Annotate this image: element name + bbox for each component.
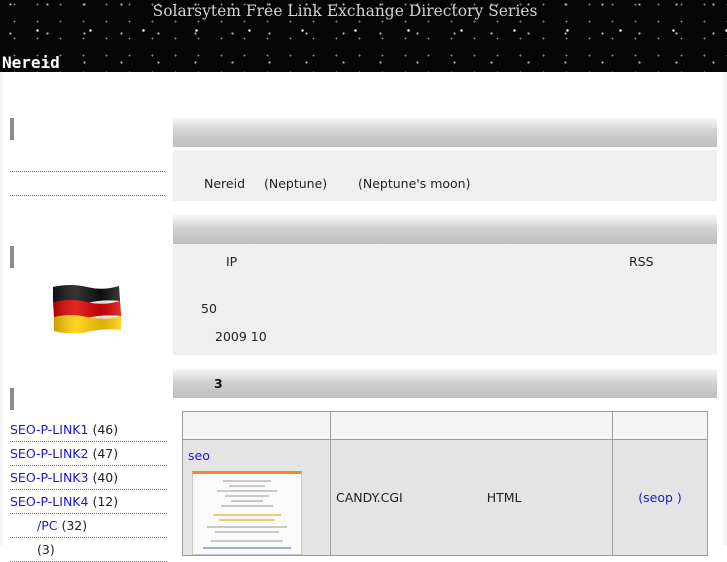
sidebar-item[interactable]: /PC (32): [10, 514, 167, 538]
sidebar-count: (47): [92, 446, 119, 461]
sidebar-count: (40): [92, 470, 119, 485]
table-header-cell: [182, 411, 331, 440]
site-link[interactable]: seo: [188, 448, 210, 463]
page-frame: SEO-P-LINK1 (46) SEO-P-LINK2 (47) SEO-P-…: [0, 72, 727, 562]
sidebar-count: (12): [92, 494, 119, 509]
planet-name: (Neptune): [264, 176, 328, 191]
thumbnail-preview: [203, 480, 291, 549]
info-panel: Nereid (Neptune) (Neptune's moon): [173, 150, 717, 201]
german-flag-icon: [53, 285, 121, 333]
page-title: Nereid: [2, 53, 60, 72]
sidebar-link[interactable]: SEO-P-LINK4: [10, 494, 88, 509]
ip-label: IP: [226, 254, 238, 269]
sidebar-link[interactable]: SEO-P-LINK2: [10, 446, 88, 461]
site-thumbnail[interactable]: [192, 471, 302, 555]
sidebar-heading-marker: [10, 118, 14, 140]
sidebar-link[interactable]: SEO-P-LINK3: [10, 470, 88, 485]
table-header-cell: [612, 411, 708, 440]
stats-panel: IP RSS 50 2009 10: [173, 244, 717, 355]
rss-label: RSS: [629, 254, 654, 269]
table-header-cell: [330, 411, 613, 440]
table-cell-info: CANDY.CGI HTML: [330, 439, 613, 556]
sidebar-count: (46): [92, 422, 119, 437]
sidebar-divider: [10, 171, 165, 172]
table-header-row: [182, 411, 708, 440]
sidebar-item[interactable]: SEO-P-LINK4 (12): [10, 490, 167, 514]
link-count: 50: [201, 301, 217, 316]
section-bar: [173, 118, 717, 147]
table-row: seo CANDY.CGI HTML (seop): [182, 439, 708, 556]
section-heading: 3: [214, 376, 223, 391]
table-cell-action: (seop ): [612, 439, 708, 556]
site-title: Solarsytem Free Link Exchange Directory …: [152, 2, 538, 20]
sidebar-link[interactable]: /PC: [37, 518, 57, 533]
sidebar-count: (32): [61, 518, 88, 533]
file-type: HTML: [486, 490, 522, 505]
moon-name: Nereid: [204, 176, 246, 191]
sidebar-item[interactable]: SEO-P-LINK1 (46): [10, 418, 167, 442]
start-date: 2009 10: [215, 329, 267, 344]
sidebar-count: (3): [37, 542, 55, 557]
sidebar-heading-marker: [10, 388, 14, 410]
sidebar-divider: [10, 195, 165, 196]
section-bar: 3: [173, 369, 717, 398]
sidebar-link-list: SEO-P-LINK1 (46) SEO-P-LINK2 (47) SEO-P-…: [10, 418, 167, 562]
file-name: CANDY.CGI: [336, 490, 403, 505]
section-bar: [173, 215, 717, 244]
table-cell-site: seo: [182, 439, 331, 556]
sidebar-link[interactable]: SEO-P-LINK1: [10, 422, 88, 437]
sidebar-item[interactable]: SEO-P-LINK3 (40): [10, 466, 167, 490]
moon-description: (Neptune's moon): [358, 176, 471, 191]
seop-link[interactable]: (seop ): [638, 490, 682, 505]
link-table: seo CANDY.CGI HTML (seop): [182, 411, 708, 556]
sidebar-heading-marker: [10, 246, 14, 268]
sidebar-item[interactable]: (3): [10, 538, 167, 562]
site-header: Solarsytem Free Link Exchange Directory …: [0, 0, 727, 72]
content-area: SEO-P-LINK1 (46) SEO-P-LINK2 (47) SEO-P-…: [3, 72, 723, 562]
sidebar-item[interactable]: SEO-P-LINK2 (47): [10, 442, 167, 466]
